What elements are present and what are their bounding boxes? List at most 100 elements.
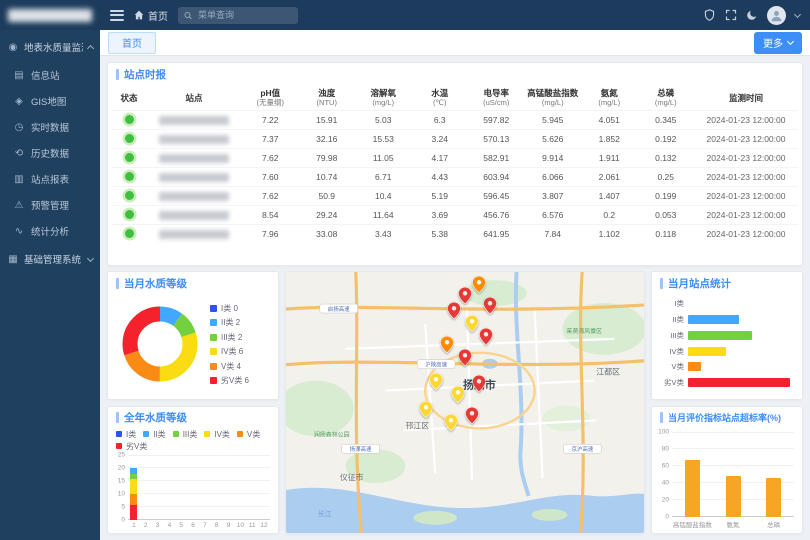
legend-swatch xyxy=(210,348,217,355)
logo-area xyxy=(0,9,100,22)
menu-toggle-icon[interactable] xyxy=(110,10,124,21)
map-pin-yellow[interactable] xyxy=(451,386,464,408)
menu-search[interactable] xyxy=(178,7,298,24)
dark-mode-icon[interactable] xyxy=(746,9,758,21)
map-area-label: 茱萸湾风景区 xyxy=(566,327,602,335)
map-pin-yellow[interactable] xyxy=(419,401,432,423)
map-pin-yellow[interactable] xyxy=(444,414,457,436)
status-dot-normal xyxy=(125,191,134,200)
table-row[interactable]: 7.6279.9811.054.17582.919.9141.9110.1322… xyxy=(112,149,798,168)
map-panel[interactable]: 启扬高速 沪陕高速 扬溧高速 京沪高速 扬州市 江都区 邗 xyxy=(285,271,645,534)
station-stats-chart[interactable]: I类II类III类IV类V类劣V类 xyxy=(652,294,802,399)
stacked-bar-month-4[interactable] xyxy=(166,456,173,521)
legend-item-II类[interactable]: II类 2 xyxy=(210,317,249,328)
stacked-bar-month-6[interactable] xyxy=(190,456,197,521)
road-label: 启扬高速 xyxy=(328,305,350,313)
vbar-氨氮[interactable] xyxy=(726,476,741,517)
station-table-head-row: 状态站点pH值(无量纲)浊度(NTU)溶解氧(mg/L)水温(℃)电导率(uS/… xyxy=(112,85,798,111)
hbar-IV类[interactable] xyxy=(688,347,726,356)
sidebar-item-station-report[interactable]: ▥ 站点报表 xyxy=(0,166,100,192)
table-row[interactable]: 7.2215.915.036.3597.825.9454.0510.345202… xyxy=(112,111,798,130)
station-report-icon: ▥ xyxy=(13,174,25,185)
table-row[interactable]: 7.6250.910.45.19596.453.8071.4070.199202… xyxy=(112,187,798,206)
sidebar-item-label: GIS地图 xyxy=(31,94,66,108)
breadcrumb-home[interactable]: 首页 xyxy=(134,8,168,23)
basemap-svg: 启扬高速 沪陕高速 扬溧高速 京沪高速 扬州市 江都区 邗 xyxy=(286,272,644,533)
map-pin-red[interactable] xyxy=(484,297,497,319)
more-button[interactable]: 更多 xyxy=(754,32,802,54)
table-row[interactable]: 8.5429.2411.643.69456.766.5760.20.053202… xyxy=(112,206,798,225)
table-row[interactable]: 7.3732.1615.533.24570.135.6261.8520.1922… xyxy=(112,130,798,149)
map-pin-yellow[interactable] xyxy=(430,373,443,395)
column-header: 高锰酸盐指数(mg/L) xyxy=(525,85,582,111)
map-pin-red[interactable] xyxy=(480,328,493,350)
stacked-bar-month-7[interactable] xyxy=(201,456,208,521)
stacked-bar-month-12[interactable] xyxy=(261,456,268,521)
table-row[interactable]: 7.9633.083.435.38641.957.841.1020.118202… xyxy=(112,225,798,244)
sidebar-group-surface-water-system[interactable]: ◉地表水质量监测系统 xyxy=(0,32,100,62)
hbar-row-IV类: IV类 xyxy=(658,346,790,357)
legend-item-II类[interactable]: II类 xyxy=(143,429,165,440)
table-row[interactable]: 7.6010.746.714.43603.946.0662.0610.25202… xyxy=(112,168,798,187)
vbar-总磷[interactable] xyxy=(766,478,781,517)
sidebar-group-base-management-system[interactable]: ▦基础管理系统 xyxy=(0,244,100,274)
legend-item-III类[interactable]: III类 2 xyxy=(210,332,249,343)
stacked-bar-month-11[interactable] xyxy=(249,456,256,521)
monthly-grade-chart[interactable]: I类 0 II类 2 III类 2 IV类 6 V类 4 劣V类 6 xyxy=(108,294,278,399)
stacked-bar-month-3[interactable] xyxy=(154,456,161,521)
column-header: 溶解氧(mg/L) xyxy=(355,85,412,111)
sidebar-item-label: 站点报表 xyxy=(31,172,69,186)
map-pin-red[interactable] xyxy=(473,375,486,397)
status-dot-normal xyxy=(125,153,134,162)
map-pin-red[interactable] xyxy=(466,407,479,429)
legend-item-IV类[interactable]: IV类 6 xyxy=(210,346,249,357)
legend-item-III类[interactable]: III类 xyxy=(173,429,198,440)
map-canvas[interactable]: 启扬高速 沪陕高速 扬溧高速 京沪高速 扬州市 江都区 邗 xyxy=(286,272,644,533)
legend-item-劣V类[interactable]: 劣V类 xyxy=(116,441,147,452)
fullscreen-icon[interactable] xyxy=(725,9,737,21)
hbar-II类[interactable] xyxy=(688,315,739,324)
vbar-高锰酸盐指数[interactable] xyxy=(685,460,700,517)
legend-item-I类[interactable]: I类 0 xyxy=(210,303,249,314)
search-input[interactable] xyxy=(196,9,292,21)
stacked-bar-month-9[interactable] xyxy=(225,456,232,521)
stacked-bar-month-2[interactable] xyxy=(142,456,149,521)
shield-icon[interactable] xyxy=(703,9,716,22)
legend-item-V类[interactable]: V类 xyxy=(237,429,260,440)
hbar-劣V类[interactable] xyxy=(688,378,790,387)
map-pin-orange[interactable] xyxy=(441,336,454,358)
hbar-label: 劣V类 xyxy=(658,377,684,388)
sidebar-item-statistics-analysis[interactable]: ∿统计分析 xyxy=(0,218,100,244)
x-tick-label: 1 xyxy=(128,522,140,529)
stacked-bar-month-5[interactable] xyxy=(178,456,185,521)
history-data-icon: ⟲ xyxy=(13,148,25,159)
monthly-grade-panel: 当月水质等级 I类 0II类 2III类 2IV类 6V类 4劣V类 6 xyxy=(107,271,279,400)
sidebar-item-alert-management[interactable]: ⚠预警管理 xyxy=(0,192,100,218)
tab-home[interactable]: 首页 xyxy=(108,32,156,54)
stacked-bar-month-8[interactable] xyxy=(213,456,220,521)
map-pin-yellow[interactable] xyxy=(466,315,479,337)
stacked-bar-month-10[interactable] xyxy=(237,456,244,521)
sidebar-item-gis-map[interactable]: ◈GIS地图 xyxy=(0,88,100,114)
legend-item-劣V类[interactable]: 劣V类 6 xyxy=(210,375,249,386)
sidebar-item-realtime-data[interactable]: ◷实时数据 xyxy=(0,114,100,140)
map-pin-red[interactable] xyxy=(459,349,472,371)
hbar-row-I类: I类 xyxy=(658,298,790,309)
map-pin-orange[interactable] xyxy=(473,276,486,298)
exceedance-plot[interactable]: 020406080100 xyxy=(672,433,794,518)
legend-item-V类[interactable]: V类 4 xyxy=(210,361,249,372)
sidebar-item-history-data[interactable]: ⟲历史数据 xyxy=(0,140,100,166)
hbar-V类[interactable] xyxy=(688,362,701,371)
stacked-bar-month-1[interactable] xyxy=(130,456,137,521)
hbar-III类[interactable] xyxy=(688,331,752,340)
map-pin-red[interactable] xyxy=(448,302,461,324)
annual-plot[interactable]: 0510152025 xyxy=(128,456,270,521)
user-avatar[interactable] xyxy=(767,6,786,25)
legend-item-I类[interactable]: I类 xyxy=(116,429,136,440)
station-table-wrap[interactable]: 状态站点pH值(无量纲)浊度(NTU)溶解氧(mg/L)水温(℃)电导率(uS/… xyxy=(108,85,802,265)
station-name-redacted xyxy=(159,116,229,125)
donut-chart[interactable] xyxy=(118,302,202,386)
caret-down-icon[interactable] xyxy=(794,10,801,17)
legend-item-IV类[interactable]: IV类 xyxy=(204,429,230,440)
sidebar-item-info-station[interactable]: ▤信息站 xyxy=(0,62,100,88)
